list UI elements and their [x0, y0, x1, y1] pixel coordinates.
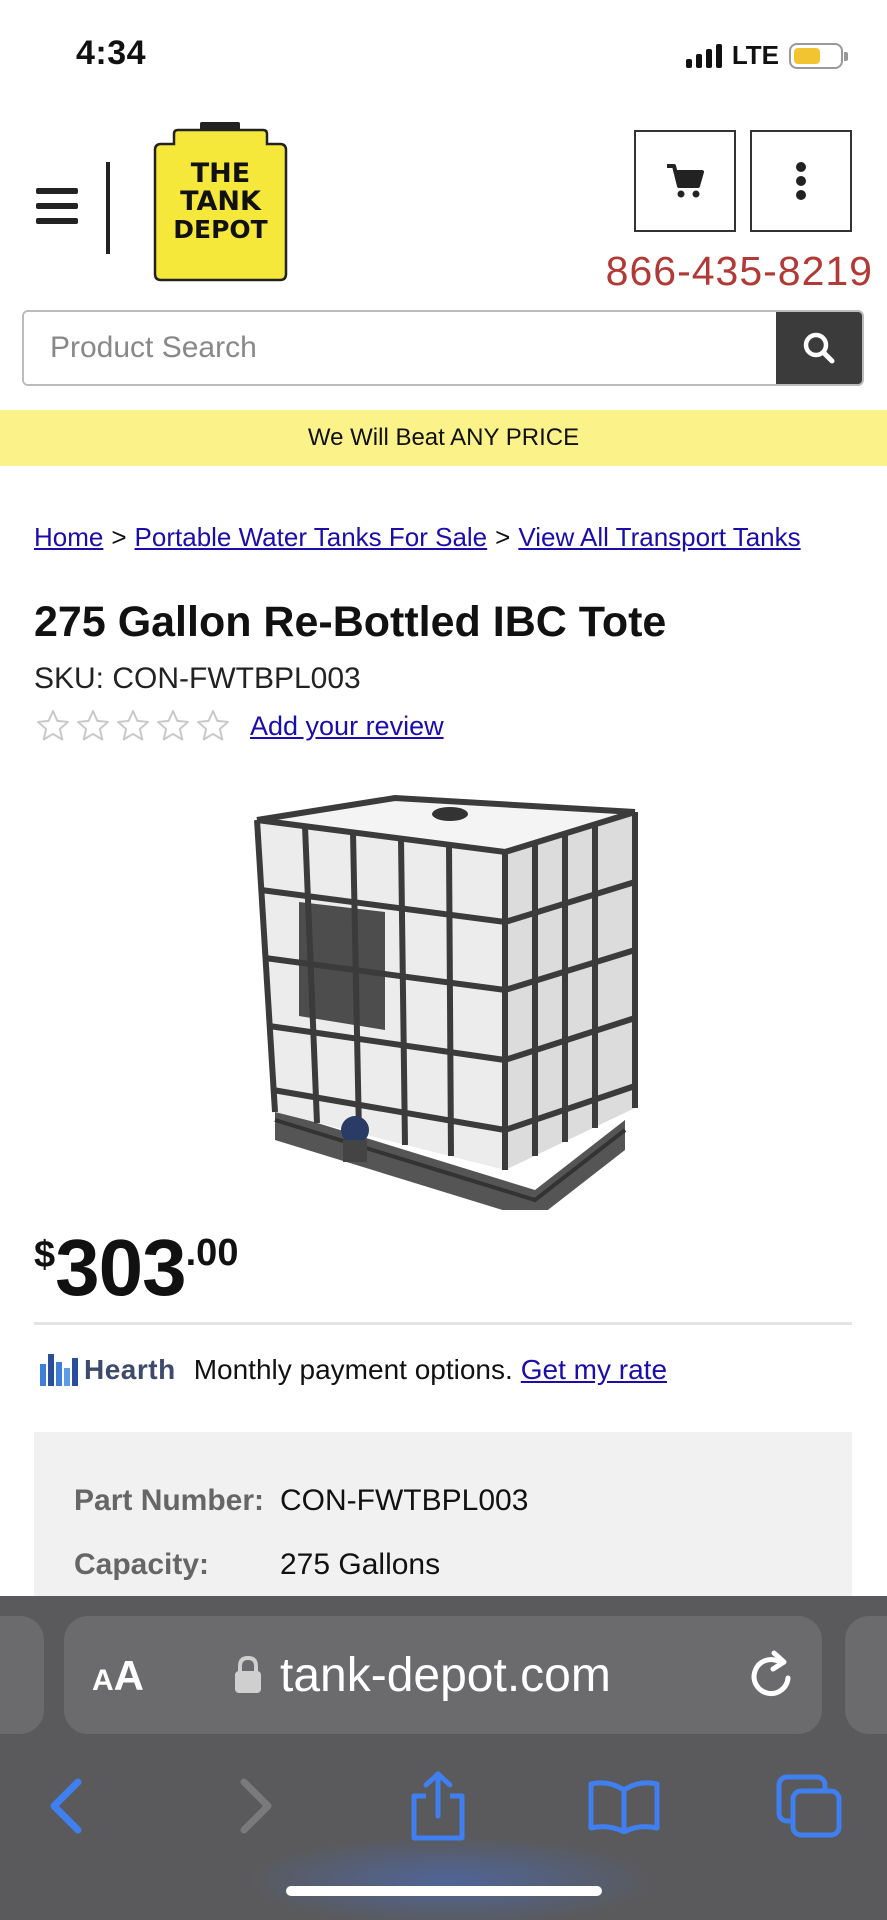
star-icon[interactable] — [114, 708, 152, 744]
text-size-small: A — [92, 1664, 114, 1697]
previous-tab-preview[interactable] — [0, 1616, 44, 1734]
price-currency: $ — [34, 1234, 56, 1276]
logo-line-3: DEPOT — [173, 215, 267, 244]
text-size-button[interactable]: AA — [92, 1652, 144, 1700]
search-button[interactable] — [776, 312, 862, 384]
get-my-rate-link[interactable]: Get my rate — [521, 1354, 667, 1386]
star-icon[interactable] — [34, 708, 72, 744]
lock-icon — [235, 1656, 261, 1693]
ibc-tote-image — [254, 794, 638, 1220]
cart-icon — [667, 164, 704, 198]
bookmarks-button[interactable] — [584, 1766, 664, 1846]
spec-row: Part Number: CON-FWTBPL003 — [74, 1484, 528, 1518]
more-options-button[interactable] — [750, 130, 852, 232]
tank-depot-logo-icon: THE TANK DEPOT — [153, 122, 288, 282]
product-image[interactable] — [235, 790, 655, 1220]
breadcrumb-portable-water-tanks[interactable]: Portable Water Tanks For Sale — [135, 522, 488, 552]
hearth-brand: Hearth — [84, 1354, 176, 1385]
breadcrumb-separator: > — [111, 522, 127, 552]
star-icon[interactable] — [154, 708, 192, 744]
status-indicators: LTE — [685, 40, 848, 71]
tabs-button[interactable] — [770, 1766, 850, 1846]
rating-stars[interactable] — [34, 708, 232, 744]
forward-icon — [240, 1778, 272, 1834]
status-time: 4:34 — [76, 34, 147, 72]
price-divider — [34, 1322, 852, 1325]
reload-icon[interactable] — [748, 1650, 796, 1700]
spec-label: Part Number: — [74, 1484, 265, 1517]
phone-number-link[interactable]: 866-435-8219 — [606, 248, 873, 295]
home-indicator[interactable] — [286, 1886, 602, 1896]
star-icon[interactable] — [194, 708, 232, 744]
product-price: $ 303 .00 — [34, 1228, 238, 1308]
spec-value: CON-FWTBPL003 — [280, 1484, 529, 1517]
hearth-logo: Hearth — [40, 1354, 176, 1386]
add-review-link[interactable]: Add your review — [250, 711, 444, 742]
status-bar: 4:34 LTE — [0, 0, 887, 110]
breadcrumb-home[interactable]: Home — [34, 522, 103, 552]
product-sku: SKU: CON-FWTBPL003 — [34, 662, 361, 695]
logo-line-1: THE — [191, 158, 250, 189]
text-size-big: A — [113, 1652, 145, 1699]
header-divider — [106, 162, 110, 254]
next-tab-preview[interactable] — [845, 1616, 887, 1734]
url-text: tank-depot.com — [280, 1648, 611, 1702]
hearth-logo-icon — [40, 1354, 78, 1386]
site-header: THE TANK DEPOT 866-435-8219 — [0, 110, 887, 300]
forward-button[interactable] — [216, 1766, 296, 1846]
spec-row: Capacity: 275 Gallons — [74, 1548, 440, 1582]
search-icon — [803, 332, 835, 364]
share-button[interactable] — [398, 1766, 478, 1846]
financing-row: Hearth Monthly payment options. Get my r… — [40, 1354, 667, 1386]
product-search-bar — [22, 310, 864, 386]
tabs-icon — [776, 1774, 842, 1838]
price-dollars: 303 — [55, 1223, 186, 1312]
back-button[interactable] — [26, 1766, 106, 1846]
breadcrumb-separator: > — [495, 522, 511, 552]
breadcrumb: Home > Portable Water Tanks For Sale > View … — [34, 522, 801, 553]
browser-toolbar — [0, 1756, 887, 1856]
hamburger-menu-icon[interactable] — [36, 188, 78, 224]
promo-banner[interactable]: We Will Beat ANY PRICE — [0, 410, 887, 466]
spec-value: 275 Gallons — [280, 1548, 441, 1581]
signal-icon — [685, 43, 722, 68]
battery-icon — [789, 42, 848, 69]
cart-button[interactable] — [634, 130, 736, 232]
spec-label: Capacity: — [74, 1548, 210, 1581]
price-cents: .00 — [185, 1232, 239, 1274]
product-rating: Add your review — [34, 708, 444, 744]
bookmarks-icon — [588, 1780, 660, 1834]
back-icon — [50, 1778, 82, 1834]
more-vertical-icon — [796, 162, 806, 200]
financing-text: Monthly payment options. — [193, 1354, 513, 1385]
search-input[interactable] — [24, 312, 776, 384]
site-logo[interactable]: THE TANK DEPOT — [152, 120, 289, 284]
network-label: LTE — [731, 40, 779, 70]
logo-line-2: TANK — [180, 186, 262, 217]
address-bar[interactable]: AA tank-depot.com — [64, 1616, 822, 1734]
browser-chrome: AA tank-depot.com — [0, 1596, 887, 1920]
breadcrumb-transport-tanks[interactable]: View All Transport Tanks — [518, 522, 800, 552]
star-icon[interactable] — [74, 708, 112, 744]
share-icon — [411, 1771, 465, 1841]
product-title: 275 Gallon Re-Bottled IBC Tote — [34, 598, 667, 646]
